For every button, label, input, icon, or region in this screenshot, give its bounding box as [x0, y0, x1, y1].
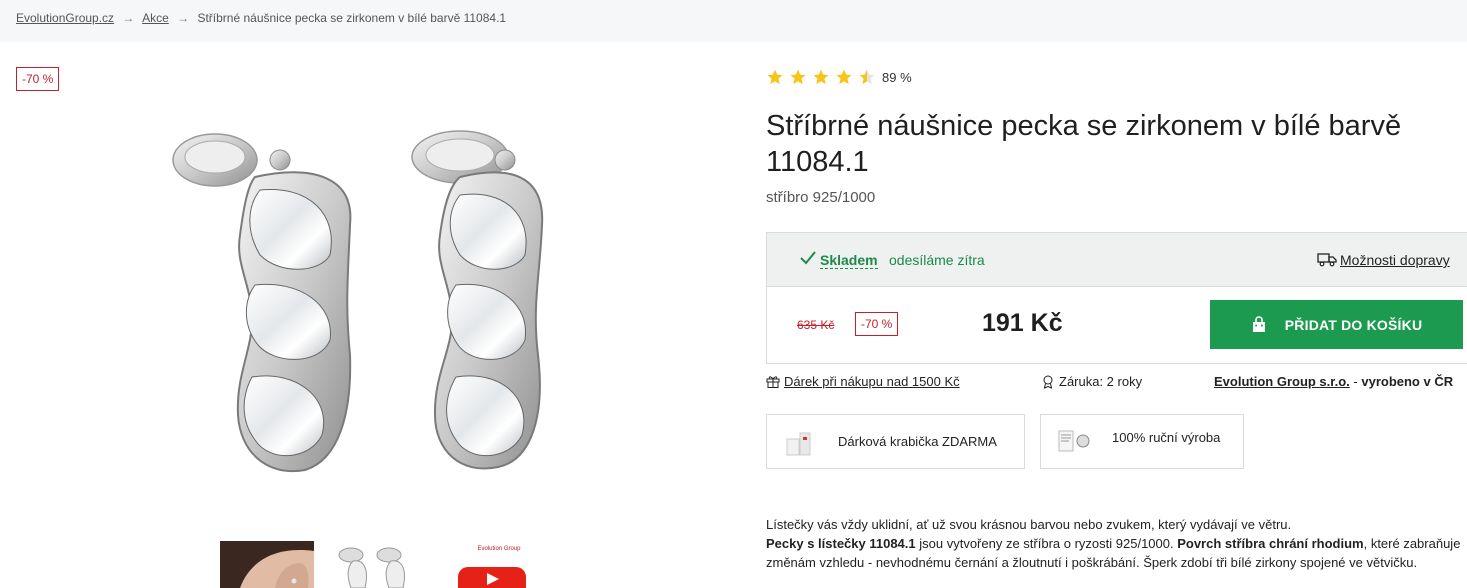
rating: 89 % — [766, 68, 912, 86]
right-earring — [411, 130, 544, 470]
description-bold: Povrch stříbra chrání rhodium — [1177, 536, 1364, 551]
add-to-cart-label: PŘIDAT DO KOŠÍKU — [1284, 316, 1423, 333]
gift-box-image — [786, 432, 811, 456]
star-icon — [767, 69, 783, 85]
star-icon — [813, 69, 829, 85]
product-subtitle: stříbro 925/1000 — [766, 189, 876, 206]
breadcrumb-category-link[interactable]: Akce — [142, 11, 169, 25]
feature-handmade: 100% ruční výroba — [1040, 414, 1244, 469]
discount-badge: -70 % — [16, 67, 60, 91]
gift-icon — [766, 376, 780, 388]
description-bold: Pecky s lístečky 11084.1 — [766, 536, 916, 551]
feature-text: Dárková krabička ZDARMA — [838, 434, 997, 449]
breadcrumb-bar: EvolutionGroup.cz → Akce → Stříbrné náuš… — [0, 0, 1467, 42]
feature-gift-box: Dárková krabička ZDARMA — [766, 414, 1025, 469]
price-discount-badge: -70 % — [855, 312, 899, 336]
product-description: Lístečky vás vždy uklidní, ať už svou kr… — [766, 515, 1467, 572]
add-to-cart-button[interactable]: PŘIDAT DO KOŠÍKU — [1210, 300, 1463, 349]
purchase-box: Skladem odesíláme zítra Možnosti dopravy… — [766, 232, 1467, 364]
star-half-icon — [859, 69, 875, 85]
warranty-text: Záruka: 2 roky — [1059, 374, 1143, 389]
thumbnail-earrings[interactable] — [333, 541, 413, 588]
description-text: jsou vytvořeny ze stříbra o ryzosti 925/… — [915, 536, 1178, 551]
star-icon — [790, 69, 806, 85]
left-earring — [172, 133, 352, 473]
video-play-icon: Evolution Group — [458, 546, 526, 588]
check-icon — [800, 251, 816, 265]
stock-row: Skladem odesíláme zítra Možnosti dopravy — [767, 233, 1467, 287]
shopping-bag-icon — [1252, 316, 1265, 332]
breadcrumb-current: Stříbrné náušnice pecka se zirkonem v bí… — [197, 11, 507, 25]
breadcrumb-home-link[interactable]: EvolutionGroup.cz — [16, 11, 114, 25]
handmade-image — [1058, 430, 1090, 452]
warranty-info: Záruka: 2 roky — [1042, 374, 1142, 389]
stock-status[interactable]: Skladem — [820, 252, 878, 269]
product-image[interactable] — [160, 115, 580, 485]
truck-icon — [1317, 253, 1337, 267]
breadcrumb-separator: → — [122, 11, 135, 25]
made-in-note: vyrobeno v ČR — [1361, 374, 1454, 389]
thumbnail-model[interactable] — [220, 541, 314, 588]
breadcrumb-separator: → — [177, 11, 190, 25]
rating-value: 89 % — [882, 69, 912, 85]
gift-link[interactable]: Dárek při nákupu nad 1500 Kč — [784, 374, 960, 389]
feature-text: 100% ruční výroba — [1112, 430, 1221, 445]
product-title: Stříbrné náušnice pecka se zirkonem v bí… — [766, 110, 1402, 178]
description-line: Lístečky vás vždy uklidní, ať už svou kr… — [766, 517, 1292, 532]
breadcrumb: EvolutionGroup.cz → Akce → Stříbrné náuš… — [16, 11, 506, 25]
warranty-ribbon-icon — [1043, 375, 1053, 389]
shipping-note: odesíláme zítra — [889, 252, 985, 268]
old-price: 635 Kč — [797, 318, 835, 332]
current-price: 191 Kč — [982, 309, 1063, 337]
gift-info[interactable]: Dárek při nákupu nad 1500 Kč — [766, 374, 960, 389]
delivery-options-link[interactable]: Možnosti dopravy — [1340, 252, 1450, 268]
thumbnail-video[interactable]: Evolution Group — [454, 541, 538, 588]
manufacturer-link[interactable]: Evolution Group s.r.o. — [1214, 374, 1350, 389]
video-logo-text: Evolution Group — [477, 546, 521, 552]
manufacturer-dash: - — [1349, 374, 1362, 389]
star-icon — [836, 69, 852, 85]
manufacturer-info: Evolution Group s.r.o. - vyrobeno v ČR — [1214, 374, 1453, 389]
